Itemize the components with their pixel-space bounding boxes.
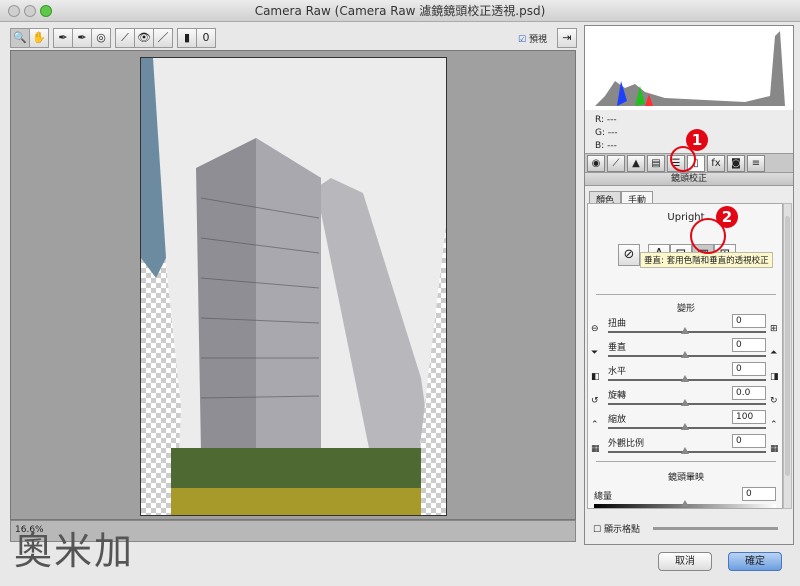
rgb-readout: R: --- G: --- B: --- xyxy=(595,115,618,151)
upright-off-button[interactable]: ⊘ xyxy=(618,244,640,266)
title-bar: Camera Raw (Camera Raw 濾鏡鏡頭校正透視.psd) xyxy=(0,0,800,22)
slider-right-icon: ⏶ xyxy=(770,348,778,358)
presets-tab-icon[interactable]: ≡ xyxy=(747,155,765,172)
slider-label: 水平 xyxy=(608,367,627,377)
slider-thumb[interactable] xyxy=(681,447,689,454)
slider-right-icon: ⊞ xyxy=(770,324,778,334)
watermark-logo: 奧米加 xyxy=(14,529,135,573)
slider-label: 外觀比例 xyxy=(608,439,645,449)
effects-tab-icon[interactable]: fx xyxy=(707,155,725,172)
slider-value[interactable]: 100 xyxy=(732,410,766,424)
window-title: Camera Raw (Camera Raw 濾鏡鏡頭校正透視.psd) xyxy=(254,4,546,18)
red-eye-icon[interactable]: 👁 xyxy=(134,28,154,48)
transform-slider[interactable]: ⌃ 縮放 100 ⌃ xyxy=(588,410,782,436)
hsl-tab-icon[interactable]: ▤ xyxy=(647,155,665,172)
slider-right-icon: ↻ xyxy=(770,396,778,406)
histogram xyxy=(585,26,793,110)
slider-thumb[interactable] xyxy=(681,423,689,430)
transform-title: 變形 xyxy=(676,304,695,314)
preview-checkbox[interactable]: ☑ 預視 xyxy=(518,32,547,45)
tone-curve-tab-icon[interactable]: ⟋ xyxy=(607,155,625,172)
slider-label: 扭曲 xyxy=(608,319,627,329)
divider xyxy=(596,294,776,295)
targeted-adjustment-icon[interactable]: ◎ xyxy=(91,28,111,48)
cancel-button[interactable]: 取消 xyxy=(658,552,712,571)
slider-thumb[interactable] xyxy=(681,399,689,406)
divider xyxy=(596,461,776,462)
slider-right-icon: ▦ xyxy=(770,444,779,454)
slider-label: 旋轉 xyxy=(608,391,627,401)
radial-filter-icon[interactable]: 0 xyxy=(196,28,216,48)
straighten-icon[interactable]: ⟋ xyxy=(115,28,135,48)
camera-calibration-tab-icon[interactable]: ◙ xyxy=(727,155,745,172)
color-sampler-icon[interactable]: ✒ xyxy=(72,28,92,48)
detail-tab-icon[interactable]: ▲ xyxy=(627,155,645,172)
transform-slider[interactable]: ⊖ 扭曲 0 ⊞ xyxy=(588,314,782,340)
transform-slider[interactable]: ↺ 旋轉 0.0 ↻ xyxy=(588,386,782,412)
annotation-badge-2: 2 xyxy=(716,206,738,228)
slider-thumb[interactable] xyxy=(681,500,689,507)
slider-value[interactable]: 0 xyxy=(732,338,766,352)
zoom-icon[interactable]: 🔍 xyxy=(10,28,30,48)
transform-slider[interactable]: ▦ 外觀比例 0 ▦ xyxy=(588,434,782,460)
slider-left-icon: ◧ xyxy=(591,372,600,382)
panel-title: 鏡頭校正 xyxy=(585,173,793,186)
slider-value[interactable]: 0.0 xyxy=(732,386,766,400)
annotation-badge-1: 1 xyxy=(686,129,708,151)
transform-slider[interactable]: ◧ 水平 0 ◨ xyxy=(588,362,782,388)
transform-slider[interactable]: ⏷ 垂直 0 ⏶ xyxy=(588,338,782,364)
slider-label: 總量 xyxy=(594,492,613,502)
slider-thumb[interactable] xyxy=(681,327,689,334)
slider-left-icon: ⏷ xyxy=(591,348,599,358)
toolbar: 🔍 ✋ ✒ ✒ ◎ ⟋ 👁 ／ ▮ 0 ☑ 預視 ⇥ xyxy=(10,28,580,50)
minimize-button[interactable] xyxy=(24,5,36,17)
slider-left-icon: ▦ xyxy=(591,444,600,454)
slider-value[interactable]: 0 xyxy=(742,487,776,501)
white-balance-icon[interactable]: ✒ xyxy=(53,28,73,48)
slider-right-icon: ⌃ xyxy=(770,420,778,430)
slider-right-icon: ◨ xyxy=(770,372,779,382)
slider-thumb[interactable] xyxy=(681,375,689,382)
right-panel: R: --- G: --- B: --- ◉ ⟋ ▲ ▤ ☰ ▯ fx ◙ ≡ 鏡頭校正 顏色手… xyxy=(584,25,794,545)
slider-left-icon: ⊖ xyxy=(591,324,599,334)
show-grid-checkbox[interactable]: ☐ 顯示格點 xyxy=(593,522,640,535)
vignette-title: 鏡頭暈映 xyxy=(667,473,704,483)
slider-left-icon: ↺ xyxy=(591,396,599,406)
tooltip: 垂直: 套用色階和垂直的透視校正 xyxy=(640,252,773,268)
photo-preview xyxy=(140,57,447,516)
ok-button[interactable]: 確定 xyxy=(728,552,782,571)
basic-tab-icon[interactable]: ◉ xyxy=(587,155,605,172)
zoom-window-button[interactable] xyxy=(40,5,52,17)
fullscreen-icon[interactable]: ⇥ xyxy=(557,28,577,48)
brush-icon[interactable]: ／ xyxy=(153,28,173,48)
slider-left-icon: ⌃ xyxy=(591,420,599,430)
show-grid-label: 顯示格點 xyxy=(603,525,640,535)
scrollbar[interactable] xyxy=(783,203,792,509)
slider-value[interactable]: 0 xyxy=(732,362,766,376)
slider-value[interactable]: 0 xyxy=(732,314,766,328)
grid-size-slider[interactable] xyxy=(653,527,778,530)
slider-thumb[interactable] xyxy=(681,351,689,358)
preview-label: 預視 xyxy=(528,35,547,45)
slider-label: 垂直 xyxy=(608,343,627,353)
hand-icon[interactable]: ✋ xyxy=(29,28,49,48)
slider-label: 縮放 xyxy=(608,415,627,425)
graduated-filter-icon[interactable]: ▮ xyxy=(177,28,197,48)
upright-title: Upright xyxy=(667,212,705,223)
slider-value[interactable]: 0 xyxy=(732,434,766,448)
close-button[interactable] xyxy=(8,5,20,17)
manual-panel: Upright ⊘A⊟▥⊞ 變形 ⊖扭曲0⊞⏷垂直0⏶◧水平0◨↺旋轉0.0↻⌃… xyxy=(587,203,783,509)
vignette-amount-slider[interactable]: 總量 0 xyxy=(588,487,782,508)
